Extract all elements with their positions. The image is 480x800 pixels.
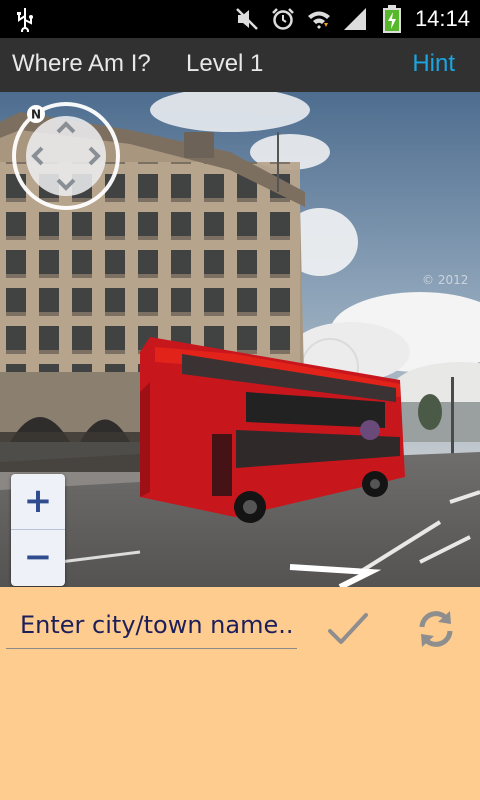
zoom-in-button[interactable]: + <box>11 474 65 530</box>
status-time: 14:14 <box>414 6 470 31</box>
wifi-icon <box>306 6 332 32</box>
street-view-panorama[interactable]: © 2012 N + − <box>0 92 480 587</box>
zoom-control: + − <box>11 474 65 586</box>
action-bar: Where Am I? Level 1 Hint <box>0 38 480 92</box>
battery-charging-icon <box>382 4 402 34</box>
app-title: Where Am I? <box>12 50 151 77</box>
mute-icon <box>234 6 260 32</box>
zoom-divider <box>11 529 65 530</box>
city-name-input[interactable] <box>6 601 297 649</box>
new-location-button[interactable] <box>414 607 458 651</box>
submit-answer-button[interactable] <box>326 609 370 649</box>
level-label: Level 1 <box>186 50 264 77</box>
status-bar: 14:14 <box>0 0 480 38</box>
alarm-icon <box>270 6 296 32</box>
refresh-icon <box>419 611 453 647</box>
imagery-watermark: © 2012 <box>422 273 469 287</box>
usb-icon <box>14 6 36 35</box>
pan-compass-control[interactable]: N <box>12 102 120 210</box>
north-indicator: N <box>31 108 41 122</box>
signal-icon <box>342 6 368 32</box>
checkmark-icon <box>328 613 368 644</box>
zoom-out-button[interactable]: − <box>11 530 65 586</box>
answer-panel <box>0 587 480 800</box>
hint-button[interactable]: Hint <box>412 50 455 78</box>
